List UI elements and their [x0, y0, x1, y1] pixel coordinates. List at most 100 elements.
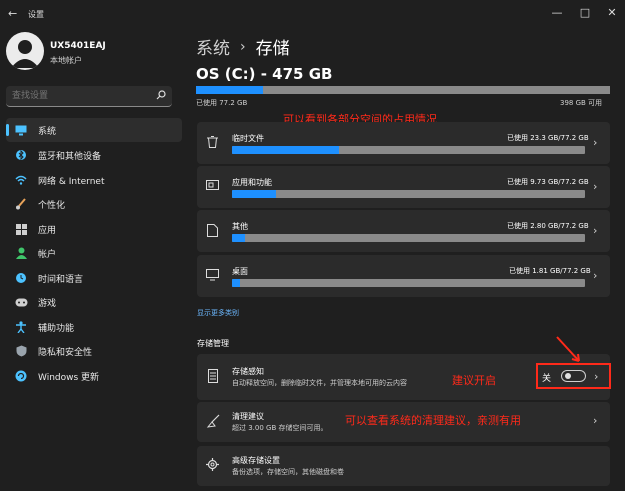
storage-sense-toggle[interactable]	[561, 370, 586, 382]
category-name: 应用和功能	[232, 178, 272, 187]
brush-icon	[14, 197, 28, 211]
show-more-categories-link[interactable]: 显示更多类别	[197, 308, 239, 318]
drive-used-label: 已使用 77.2 GB	[196, 99, 248, 107]
category-card-apps[interactable]: 应用和功能 已使用 9.73 GB/77.2 GB ›	[197, 166, 610, 208]
category-usage-fill	[232, 234, 245, 242]
storage-sense-title: 存储感知	[232, 367, 264, 376]
category-card-other[interactable]: 其他 已使用 2.80 GB/77.2 GB ›	[197, 210, 610, 252]
app-window-icon	[206, 180, 219, 190]
category-card-desktop[interactable]: 桌面 已使用 1.81 GB/77.2 GB ›	[197, 255, 610, 297]
category-usage-bar	[232, 279, 585, 287]
chevron-right-icon: ›	[593, 269, 598, 282]
category-name: 桌面	[232, 267, 248, 276]
sidebar-item-label: 网络 & Internet	[38, 176, 105, 187]
advanced-title: 高级存储设置	[232, 456, 280, 465]
storage-drive-icon	[208, 369, 218, 383]
breadcrumb-separator-icon: ›	[240, 38, 246, 55]
user-name: UX5401EAJ	[50, 41, 106, 51]
account-type: 本地帐户	[50, 56, 82, 65]
category-usage-bar	[232, 234, 585, 242]
category-name: 临时文件	[232, 134, 264, 143]
back-arrow-icon[interactable]: ←	[8, 7, 17, 20]
category-usage: 已使用 23.3 GB/77.2 GB	[507, 134, 589, 142]
broom-icon	[206, 414, 220, 428]
annotation-arrow-icon	[556, 336, 580, 362]
wifi-icon	[14, 173, 28, 187]
search-input[interactable]	[10, 88, 150, 104]
sidebar-item-bluetooth[interactable]: 蓝牙和其他设备	[6, 143, 182, 167]
person-icon	[14, 246, 28, 260]
drive-usage-fill	[196, 86, 264, 94]
toggle-state-label: 关	[542, 374, 552, 384]
minimize-button[interactable]: —	[545, 2, 569, 22]
category-card-temp[interactable]: 临时文件 已使用 23.3 GB/77.2 GB ›	[197, 122, 610, 164]
chevron-right-icon: ›	[593, 136, 598, 149]
advanced-description: 备份选项，存储空间，其他磁盘和卷	[232, 468, 344, 476]
sidebar-item-accessibility[interactable]: 辅助功能	[6, 315, 182, 339]
avatar[interactable]	[6, 32, 44, 70]
category-usage-bar	[232, 190, 585, 198]
annotation-cleanup-note: 可以查看系统的清理建议，亲测有用	[345, 414, 521, 427]
window-title: 设置	[28, 10, 44, 19]
sidebar-item-system[interactable]: 系统	[6, 118, 182, 142]
cleanup-description: 超过 3.00 GB 存储空间可用。	[232, 424, 328, 432]
search-box[interactable]	[6, 86, 172, 107]
title-bar: ← 设置 — □ ✕	[0, 0, 625, 28]
close-button[interactable]: ✕	[600, 2, 624, 22]
monitor-icon	[14, 123, 28, 137]
person-silhouette-icon	[11, 40, 39, 68]
category-usage-bar	[232, 146, 585, 154]
sidebar-item-label: 系统	[38, 126, 57, 137]
category-name: 其他	[232, 222, 248, 231]
globe-clock-icon	[14, 271, 28, 285]
document-icon	[207, 224, 218, 237]
sidebar-item-apps[interactable]: 应用	[6, 217, 182, 241]
category-usage: 已使用 1.81 GB/77.2 GB	[509, 267, 591, 275]
sidebar-item-network[interactable]: 网络 & Internet	[6, 168, 182, 192]
apps-icon	[14, 222, 28, 236]
category-usage-fill	[232, 190, 277, 198]
accessibility-icon	[14, 320, 28, 334]
maximize-button[interactable]: □	[573, 2, 597, 22]
sidebar-item-label: 蓝牙和其他设备	[38, 151, 102, 162]
sidebar-item-gaming[interactable]: 游戏	[6, 290, 182, 314]
sidebar-item-label: 游戏	[38, 298, 57, 309]
sidebar-item-label: Windows 更新	[38, 372, 100, 383]
sidebar-item-windows-update[interactable]: Windows 更新	[6, 364, 182, 388]
search-icon[interactable]	[156, 90, 166, 100]
toggle-knob	[565, 373, 571, 379]
category-usage: 已使用 2.80 GB/77.2 GB	[507, 222, 589, 230]
sidebar-item-label: 应用	[38, 225, 57, 236]
storage-management-heading: 存储管理	[197, 339, 229, 348]
drive-usage-bar	[196, 86, 610, 94]
chevron-right-icon[interactable]: ›	[594, 370, 598, 383]
drive-free-label: 398 GB 可用	[560, 99, 603, 107]
sidebar-item-label: 隐私和安全性	[38, 347, 93, 358]
trash-icon	[207, 136, 218, 148]
storage-sense-description: 自动释放空间，删除临时文件，并管理本地可用的云内容	[232, 379, 407, 387]
sidebar-item-label: 个性化	[38, 200, 66, 211]
drive-title: OS (C:) - 475 GB	[196, 65, 333, 83]
sidebar-item-label: 辅助功能	[38, 323, 75, 334]
sidebar-item-accounts[interactable]: 帐户	[6, 241, 182, 265]
cleanup-title: 清理建议	[232, 412, 264, 421]
bluetooth-icon	[14, 148, 28, 162]
chevron-right-icon: ›	[593, 224, 598, 237]
sidebar-item-time-language[interactable]: 时间和语言	[6, 266, 182, 290]
shield-icon	[14, 344, 28, 358]
gamepad-icon	[14, 295, 28, 309]
desktop-icon	[206, 269, 219, 281]
sidebar-item-label: 帐户	[38, 249, 57, 260]
annotation-enable-note: 建议开启	[452, 374, 496, 387]
advanced-storage-settings-card[interactable]: 高级存储设置 备份选项，存储空间，其他磁盘和卷	[197, 446, 610, 486]
breadcrumb-parent[interactable]: 系统	[196, 34, 230, 59]
breadcrumb: 系统 › 存储	[196, 34, 290, 60]
sidebar-item-personalization[interactable]: 个性化	[6, 192, 182, 216]
category-usage-fill	[232, 279, 241, 287]
sidebar-item-privacy[interactable]: 隐私和安全性	[6, 339, 182, 363]
chevron-right-icon: ›	[593, 414, 598, 427]
sidebar-item-label: 时间和语言	[38, 274, 84, 285]
category-usage-fill	[232, 146, 339, 154]
update-icon	[14, 369, 28, 383]
chevron-right-icon: ›	[593, 180, 598, 193]
